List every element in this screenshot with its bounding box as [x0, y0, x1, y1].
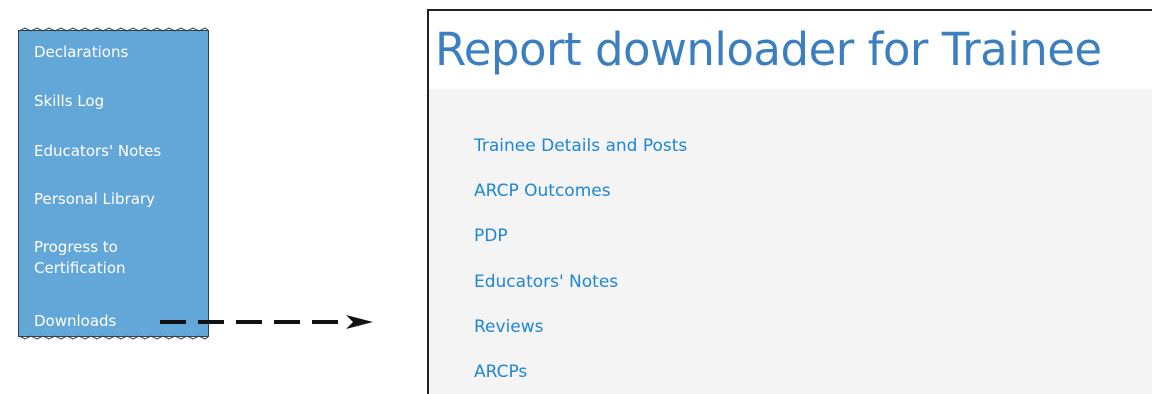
dashed-arrow-right-icon: [160, 315, 373, 329]
screenshot-stage: Declarations Skills Log Educators' Notes…: [0, 0, 1152, 394]
sidebar-menu: Declarations Skills Log Educators' Notes…: [18, 27, 209, 340]
link-arcp-outcomes[interactable]: ARCP Outcomes: [474, 180, 611, 202]
torn-edge-bottom: [19, 335, 208, 340]
sidebar-item-personal-library[interactable]: Personal Library: [34, 189, 202, 210]
link-reviews[interactable]: Reviews: [474, 316, 544, 338]
link-trainee-details-and-posts[interactable]: Trainee Details and Posts: [474, 135, 687, 157]
link-arcps[interactable]: ARCPs: [474, 361, 527, 383]
report-downloader-panel: Report downloader for Trainee Trainee De…: [427, 9, 1152, 394]
link-educators-notes[interactable]: Educators' Notes: [474, 271, 618, 293]
sidebar-item-progress-to-certification[interactable]: Progress to Certification: [34, 237, 164, 279]
sidebar-item-skills-log[interactable]: Skills Log: [34, 91, 202, 112]
report-links-container: Trainee Details and Posts ARCP Outcomes …: [429, 89, 1152, 394]
link-pdp[interactable]: PDP: [474, 225, 508, 247]
page-title: Report downloader for Trainee: [435, 23, 1102, 76]
torn-edge-top: [19, 27, 208, 32]
sidebar-item-declarations[interactable]: Declarations: [34, 42, 202, 63]
sidebar-item-educators-notes[interactable]: Educators' Notes: [34, 141, 202, 162]
